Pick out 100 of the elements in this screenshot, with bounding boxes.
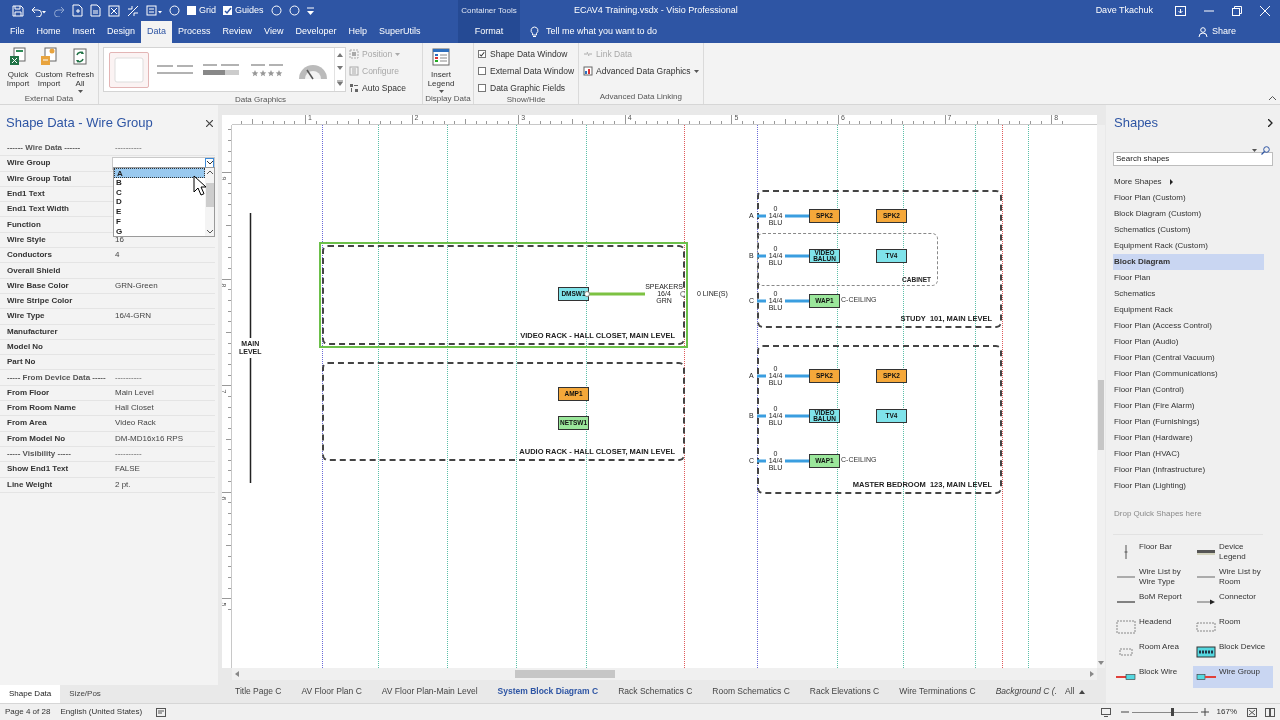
chevron-right-icon[interactable] xyxy=(1268,119,1273,127)
page-tab[interactable]: Wire Terminations C xyxy=(899,685,976,698)
page-tab[interactable]: Title Page C xyxy=(235,685,282,698)
switch-windows-icon[interactable] xyxy=(1265,707,1275,717)
page-tab[interactable]: Rack Elevations C xyxy=(809,685,880,698)
scroll-down-icon[interactable] xyxy=(206,230,213,234)
stencil-item[interactable]: Floor Plan (Audio) xyxy=(1113,334,1264,350)
scroll-down-icon[interactable] xyxy=(1098,661,1104,665)
all-pages-button[interactable]: All xyxy=(1065,685,1085,698)
ribbon-button[interactable]: Custom Import xyxy=(35,46,63,88)
new-page-icon[interactable] xyxy=(72,4,83,17)
dropdown-option[interactable]: F xyxy=(114,217,205,227)
stencil-item[interactable]: Floor Plan (Fire Alarm) xyxy=(1113,398,1264,414)
zoom-in-icon[interactable] xyxy=(1200,708,1209,716)
scroll-bar[interactable] xyxy=(205,168,214,236)
stencil-item[interactable]: Floor Plan (Infrastructure) xyxy=(1113,462,1264,478)
scroll-up-icon[interactable] xyxy=(337,52,343,57)
stencil-item[interactable]: Block Diagram (Custom) xyxy=(1113,206,1264,222)
circle-icon[interactable] xyxy=(288,5,300,16)
stencil-item[interactable]: Floor Plan xyxy=(1113,270,1264,286)
page-tab[interactable]: AV Floor Plan-Main Level xyxy=(381,685,478,698)
ribbon-tab[interactable]: Home xyxy=(30,21,67,43)
page-tab[interactable]: Room Schematics C xyxy=(712,685,790,698)
page-tab[interactable]: Rack Schematics C xyxy=(618,685,693,698)
ribbon-tab[interactable]: Developer xyxy=(289,21,343,43)
stencil-item[interactable]: Floor Plan (Furnishings) xyxy=(1113,414,1264,430)
ribbon-button[interactable]: Advanced Data Graphics xyxy=(583,64,699,78)
scroll-thumb[interactable] xyxy=(515,670,615,678)
quick-shape-item[interactable]: Room xyxy=(1193,616,1273,638)
restore-icon[interactable] xyxy=(1232,5,1242,16)
quick-shape-item[interactable]: Device Legend xyxy=(1193,541,1273,563)
collapse-ribbon-icon[interactable] xyxy=(1269,96,1276,100)
gallery-scroll-bar[interactable] xyxy=(334,48,345,91)
quick-shape-item[interactable]: Wire List by Room xyxy=(1193,566,1273,588)
quick-shape-item[interactable]: Room Area xyxy=(1113,641,1193,663)
quick-shape-item[interactable]: Block Device xyxy=(1193,641,1273,663)
ribbon-tab[interactable]: Help xyxy=(342,21,373,43)
checkbox[interactable]: Shape Data Window xyxy=(478,48,575,61)
stencil-item[interactable]: Schematics (Custom) xyxy=(1113,222,1264,238)
layout-icon[interactable] xyxy=(146,4,162,17)
checkbox[interactable]: Data Graphic Fields xyxy=(478,81,575,95)
page-tab[interactable]: System Block Diagram C xyxy=(497,685,599,698)
chevron-down-icon[interactable] xyxy=(206,161,213,166)
page-tab[interactable]: AV Floor Plan C xyxy=(301,685,362,698)
ribbon-tab[interactable]: SuperUtils xyxy=(373,21,427,43)
stencil-item[interactable]: Floor Plan (Access Control) xyxy=(1113,318,1264,334)
quick-shape-item[interactable]: Wire Group xyxy=(1193,666,1273,688)
horizontal-scroll-bar[interactable] xyxy=(232,668,1097,680)
ribbon-tab[interactable]: File xyxy=(4,21,31,43)
ribbon-tab[interactable]: Format xyxy=(458,21,520,43)
close-icon[interactable] xyxy=(206,119,213,127)
ribbon-tab[interactable]: View xyxy=(258,21,290,43)
panel-tab[interactable]: Shape Data xyxy=(0,685,61,703)
vertical-scroll-bar[interactable] xyxy=(1097,125,1105,668)
undo-icon[interactable] xyxy=(31,4,46,17)
data-graphic-thumbnail[interactable] xyxy=(109,51,149,88)
quick-shape-item[interactable]: Floor Bar xyxy=(1113,541,1193,563)
quick-shape-item[interactable]: Headend xyxy=(1113,616,1193,638)
ribbon-button[interactable]: Auto Space xyxy=(349,81,406,95)
stencil-item[interactable]: Floor Plan (Lighting) xyxy=(1113,478,1264,494)
redo-icon[interactable] xyxy=(53,4,65,17)
circle-icon[interactable] xyxy=(169,5,180,16)
more-icon[interactable] xyxy=(337,80,343,87)
dropdown-option[interactable]: E xyxy=(114,207,205,217)
dropdown-option[interactable]: D xyxy=(114,197,205,208)
stencil-item[interactable]: Floor Plan (Custom) xyxy=(1113,190,1264,206)
stencil-item[interactable]: Block Diagram xyxy=(1113,254,1264,270)
share-button[interactable]: Share xyxy=(1197,25,1236,39)
scroll-left-icon[interactable] xyxy=(235,671,239,677)
page-tab[interactable]: Background C (. xyxy=(995,685,1058,698)
page-icon[interactable] xyxy=(90,4,101,17)
scroll-up-icon[interactable] xyxy=(206,170,213,174)
dropdown-option[interactable]: G xyxy=(114,226,205,237)
quick-shape-item[interactable]: Block Wire xyxy=(1113,666,1193,688)
ribbon-button[interactable]: Refresh All xyxy=(66,46,94,93)
zoom-slider[interactable] xyxy=(1131,707,1198,717)
quick-shape-item[interactable]: Connector xyxy=(1193,591,1273,613)
stencil-item[interactable]: Floor Plan (HVAC) xyxy=(1113,446,1264,462)
stencil-item[interactable]: Equipment Rack (Custom) xyxy=(1113,238,1264,254)
connector-icon[interactable] xyxy=(127,4,139,17)
ribbon-button[interactable]: Insert Legend xyxy=(427,46,455,93)
toggle-checkbox[interactable]: Grid xyxy=(187,3,216,18)
stencil-item[interactable]: Floor Plan (Control) xyxy=(1113,382,1264,398)
fit-icon[interactable] xyxy=(108,4,120,17)
ribbon-tab[interactable]: Insert xyxy=(66,21,102,43)
stencil-item[interactable]: Floor Plan (Central Vacuum) xyxy=(1113,350,1264,366)
slider-thumb[interactable] xyxy=(1171,708,1175,716)
search-field[interactable]: Search shapes xyxy=(1113,151,1273,166)
panel-tab[interactable]: Size/Pos xyxy=(60,685,110,703)
quick-shape-item[interactable]: Wire List by Wire Type xyxy=(1113,566,1193,588)
ribbon-display-icon[interactable] xyxy=(1175,5,1186,16)
circle-icon[interactable] xyxy=(270,5,282,16)
scroll-thumb[interactable] xyxy=(1098,380,1104,450)
stencil-item[interactable]: Equipment Rack xyxy=(1113,302,1264,318)
ribbon-tab[interactable]: Review xyxy=(216,21,259,43)
presentation-icon[interactable] xyxy=(1100,707,1111,717)
customize-caret-icon[interactable] xyxy=(306,6,314,15)
ribbon-tab[interactable]: Design xyxy=(101,21,142,43)
stencil-item[interactable]: Floor Plan (Hardware) xyxy=(1113,430,1264,446)
fit-page-icon[interactable] xyxy=(1247,707,1257,717)
